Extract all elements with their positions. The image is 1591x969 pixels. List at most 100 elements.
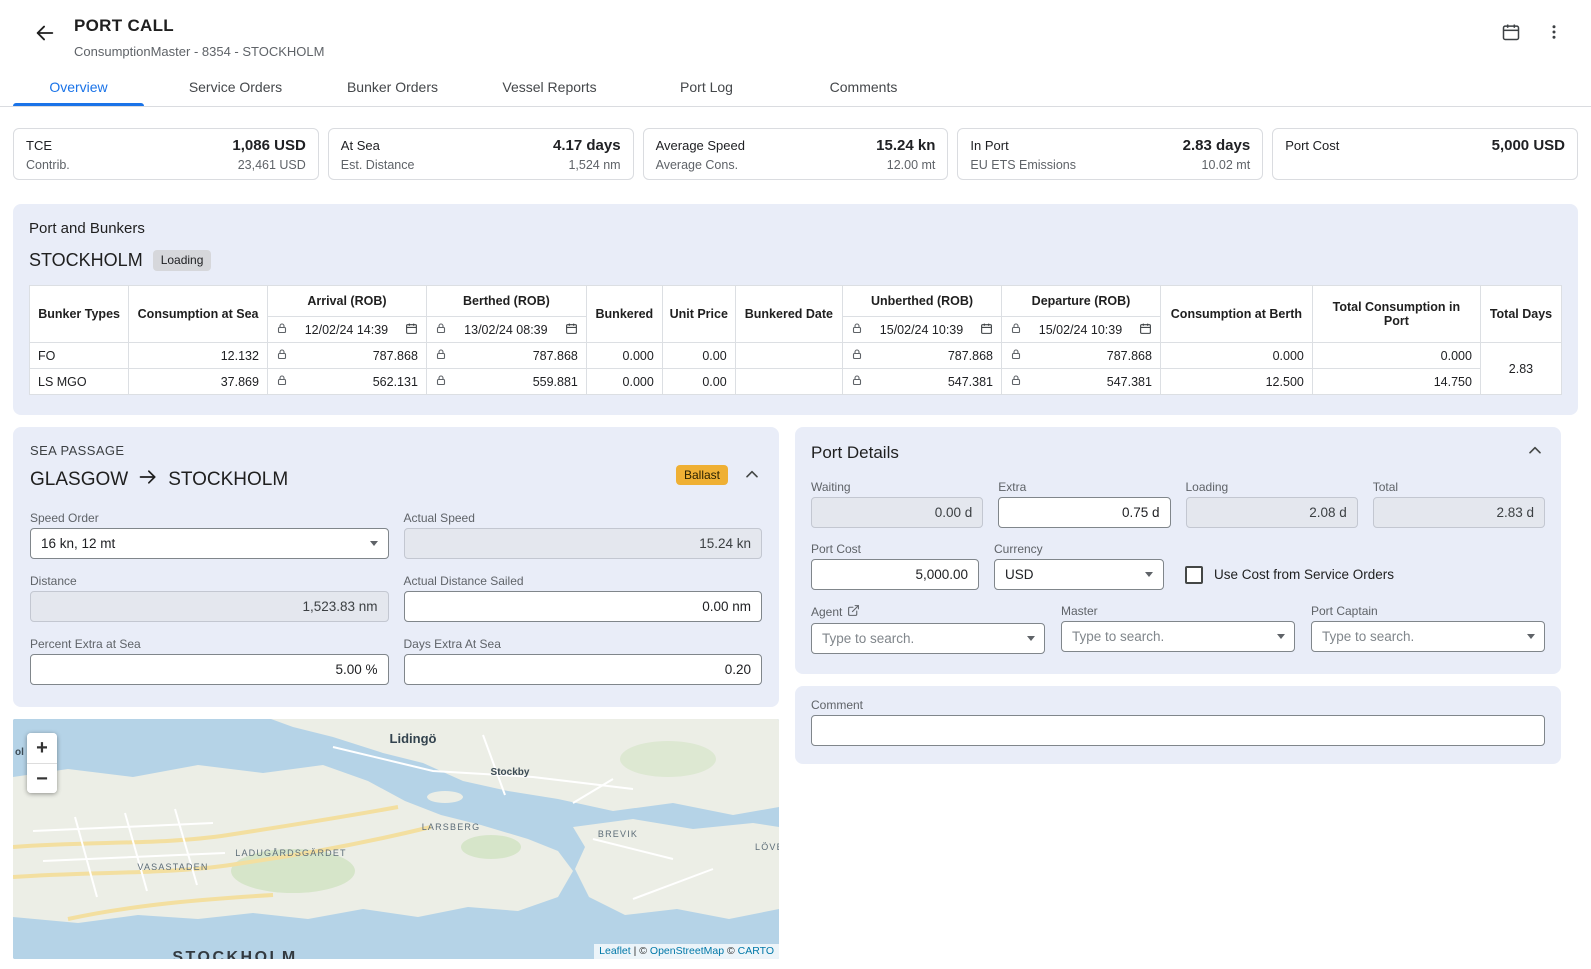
cell-bunkered[interactable]: 0.000 — [586, 343, 662, 369]
lock-icon[interactable] — [851, 348, 863, 364]
leaflet-link[interactable]: Leaflet — [599, 945, 631, 957]
lock-icon[interactable] — [851, 322, 863, 338]
loading-field: Loading — [1186, 480, 1358, 528]
kpi-card-average-speed: Average Speed15.24 kn Average Cons.12.00… — [643, 128, 949, 180]
lock-icon[interactable] — [435, 374, 447, 390]
cell-bunkered[interactable]: 0.000 — [586, 369, 662, 395]
cell-total-consumption-in-port: 0.000 — [1312, 343, 1480, 369]
tab-service-orders[interactable]: Service Orders — [157, 70, 314, 106]
map-label-vasastaden: VASASTADEN — [137, 862, 208, 872]
map[interactable]: Lidingö Stockby ol LARSBERG BREVIK LÖVBE… — [13, 719, 779, 959]
agent-search-input[interactable] — [811, 623, 1045, 654]
kpi-card-port-cost: Port Cost5,000 USD — [1272, 128, 1578, 180]
cell-unit-price[interactable]: 0.00 — [662, 343, 735, 369]
tab-bar: Overview Service Orders Bunker Orders Ve… — [0, 70, 1591, 107]
external-link-icon[interactable] — [847, 604, 860, 620]
total-field: Total — [1373, 480, 1545, 528]
more-options-button[interactable] — [1543, 20, 1565, 47]
kebab-menu-icon — [1545, 23, 1563, 44]
table-header-row: Bunker Types Consumption at Sea Arrival … — [30, 286, 1562, 317]
map-label-stockby: Stockby — [491, 767, 530, 778]
col-total-consumption-in-port: Total Consumption in Port — [1312, 286, 1480, 343]
comment-field: Comment — [811, 698, 1545, 746]
percent-extra-at-sea-input[interactable] — [30, 654, 389, 685]
lock-icon[interactable] — [1010, 348, 1022, 364]
map-label-ladugardsgardet: LADUGÅRDSGÄRDET — [235, 848, 347, 858]
tab-overview[interactable]: Overview — [0, 70, 157, 106]
cell-unit-price[interactable]: 0.00 — [662, 369, 735, 395]
page-subtitle: ConsumptionMaster - 8354 - STOCKHOLM — [74, 44, 324, 59]
distance-label: Distance — [30, 574, 389, 588]
back-button[interactable] — [32, 20, 58, 49]
agent-label-row: Agent — [811, 604, 1045, 620]
lock-icon[interactable] — [1010, 374, 1022, 390]
arrival-date-cell[interactable]: 12/02/24 14:39 — [267, 317, 426, 343]
calendar-icon[interactable] — [405, 322, 418, 338]
kpi-value: 5,000 USD — [1492, 137, 1565, 154]
map-label-stockholm: STOCKHOLM — [172, 949, 297, 959]
calendar-button[interactable] — [1499, 20, 1523, 47]
actual-speed-field: Actual Speed — [404, 511, 763, 559]
currency-select[interactable]: USD — [994, 559, 1164, 590]
speed-order-select[interactable]: 16 kn, 12 mt — [30, 528, 389, 559]
lock-icon[interactable] — [276, 374, 288, 390]
chevron-down-icon — [1277, 634, 1285, 639]
port-cost-input[interactable] — [811, 559, 979, 590]
cell-bunkered-date[interactable] — [735, 369, 842, 395]
days-extra-at-sea-input[interactable] — [404, 654, 763, 685]
unberthed-date-cell[interactable]: 15/02/24 10:39 — [843, 317, 1002, 343]
app-header: PORT CALL ConsumptionMaster - 8354 - STO… — [0, 0, 1591, 70]
arrow-left-icon — [34, 22, 56, 47]
port-details-panel: Port Details Waiting Extra Loading Total — [795, 427, 1561, 674]
extra-input[interactable] — [998, 497, 1170, 528]
use-cost-checkbox-label: Use Cost from Service Orders — [1214, 567, 1394, 582]
cell-bunkered-date[interactable] — [735, 343, 842, 369]
zoom-out-button[interactable]: − — [27, 763, 57, 793]
col-berthed-rob: Berthed (ROB) — [426, 286, 586, 317]
rob-value: 787.868 — [948, 349, 993, 363]
zoom-in-button[interactable]: + — [27, 733, 57, 763]
actual-speed-input — [404, 528, 763, 559]
lock-icon[interactable] — [435, 322, 447, 338]
percent-extra-at-sea-field: Percent Extra at Sea — [30, 637, 389, 685]
calendar-icon[interactable] — [1139, 322, 1152, 338]
map-island — [427, 791, 463, 803]
calendar-icon[interactable] — [980, 322, 993, 338]
kpi-sub-value: 1,524 nm — [568, 158, 620, 172]
lock-icon[interactable] — [1010, 322, 1022, 338]
header-actions — [1499, 20, 1565, 47]
calendar-icon[interactable] — [565, 322, 578, 338]
kpi-sub-value: 23,461 USD — [238, 158, 306, 172]
lock-icon[interactable] — [276, 348, 288, 364]
col-bunkered: Bunkered — [586, 286, 662, 343]
collapse-chevron-up-icon[interactable] — [1525, 441, 1545, 464]
comment-input[interactable] — [811, 715, 1545, 746]
voyage-type-badge: Ballast — [676, 465, 728, 485]
lock-icon[interactable] — [435, 348, 447, 364]
tab-vessel-reports[interactable]: Vessel Reports — [471, 70, 628, 106]
use-cost-checkbox[interactable] — [1185, 566, 1203, 584]
attribution-separator: | © — [631, 945, 650, 957]
openstreetmap-link[interactable]: OpenStreetMap — [650, 945, 724, 957]
tab-port-log[interactable]: Port Log — [628, 70, 785, 106]
lock-icon[interactable] — [851, 374, 863, 390]
rob-value: 562.131 — [373, 375, 418, 389]
cell-consumption-at-sea: 37.869 — [129, 369, 268, 395]
destination-port: STOCKHOLM — [168, 469, 288, 491]
page-title: PORT CALL — [74, 16, 324, 36]
cell-bunker-type: FO — [30, 343, 129, 369]
departure-date-cell[interactable]: 15/02/24 10:39 — [1002, 317, 1161, 343]
berthed-date-cell[interactable]: 13/02/24 08:39 — [426, 317, 586, 343]
actual-distance-sailed-field: Actual Distance Sailed — [404, 574, 763, 622]
collapse-chevron-up-icon[interactable] — [742, 465, 762, 488]
tab-bunker-orders[interactable]: Bunker Orders — [314, 70, 471, 106]
actual-distance-sailed-input[interactable] — [404, 591, 763, 622]
lock-icon[interactable] — [276, 322, 288, 338]
arrival-date: 12/02/24 14:39 — [293, 323, 400, 337]
port-captain-search-input[interactable] — [1311, 621, 1545, 652]
carto-link[interactable]: CARTO — [738, 945, 774, 957]
master-search-input[interactable] — [1061, 621, 1295, 652]
distance-field: Distance — [30, 574, 389, 622]
tab-comments[interactable]: Comments — [785, 70, 942, 106]
sea-passage-panel: SEA PASSAGE GLASGOW STOCKHOLM Ballast Sp… — [13, 427, 779, 707]
